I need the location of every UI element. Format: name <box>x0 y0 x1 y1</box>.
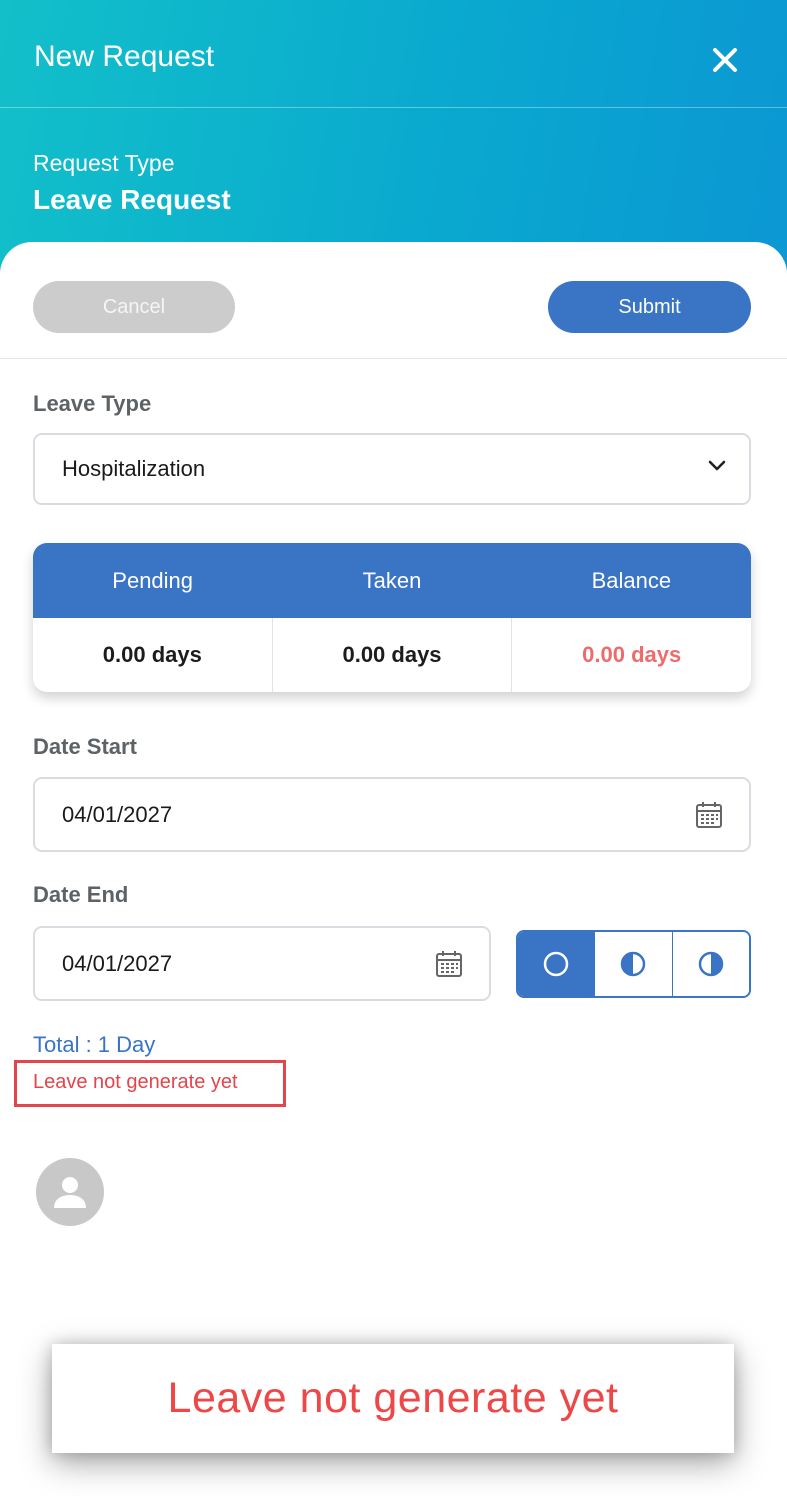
close-button[interactable] <box>700 35 750 85</box>
pending-value: 0.00 days <box>33 618 273 692</box>
leave-balance-card: Pending Taken Balance 0.00 days 0.00 day… <box>33 543 751 692</box>
full-day-icon <box>543 951 569 977</box>
leave-type-value: Hospitalization <box>62 456 206 481</box>
pending-header: Pending <box>112 567 194 593</box>
balance-values-row: 0.00 days 0.00 days 0.00 days <box>33 618 751 692</box>
balance-value: 0.00 days <box>582 642 682 667</box>
taken-header: Taken <box>362 567 422 593</box>
title-bar: New Request <box>0 0 787 108</box>
date-start-label: Date Start <box>33 734 137 759</box>
first-half-option[interactable] <box>595 932 673 996</box>
request-type-label: Request Type <box>33 150 175 176</box>
leave-type-label: Leave Type <box>33 391 152 416</box>
date-start-value: 04/01/2027 <box>62 801 173 827</box>
date-end-field[interactable]: 04/01/2027 <box>33 926 491 1001</box>
user-icon <box>54 1177 86 1208</box>
page-title: New Request <box>34 40 215 73</box>
second-half-option[interactable] <box>672 932 749 996</box>
cancel-button[interactable]: Cancel <box>33 281 235 333</box>
first-half-icon <box>621 951 646 977</box>
day-portion-toggle <box>516 930 751 998</box>
balance-header-row: Pending Taken Balance <box>33 543 751 618</box>
date-end-label: Date End <box>33 882 129 907</box>
date-end-value: 04/01/2027 <box>62 950 173 976</box>
total-days: Total : 1 Day <box>33 1032 156 1057</box>
balance-header: Balance <box>591 567 672 593</box>
form-panel <box>0 242 787 1496</box>
avatar[interactable] <box>36 1158 104 1226</box>
chevron-down-icon <box>708 460 726 471</box>
toast-text: Leave not generate yet <box>167 1374 619 1422</box>
taken-value: 0.00 days <box>273 618 513 692</box>
leave-type-select[interactable]: Hospitalization <box>33 433 751 505</box>
divider <box>0 358 787 359</box>
request-type-value: Leave Request <box>33 184 231 215</box>
close-icon <box>713 48 737 72</box>
leave-error-message: Leave not generate yet <box>33 1071 238 1093</box>
toast-message: Leave not generate yet <box>52 1344 734 1453</box>
full-day-option[interactable] <box>518 932 596 996</box>
second-half-icon <box>698 951 724 977</box>
calendar-icon[interactable] <box>695 801 723 829</box>
submit-button[interactable]: Submit <box>548 281 751 333</box>
calendar-icon[interactable] <box>435 950 463 978</box>
date-start-field[interactable]: 04/01/2027 <box>33 777 751 852</box>
